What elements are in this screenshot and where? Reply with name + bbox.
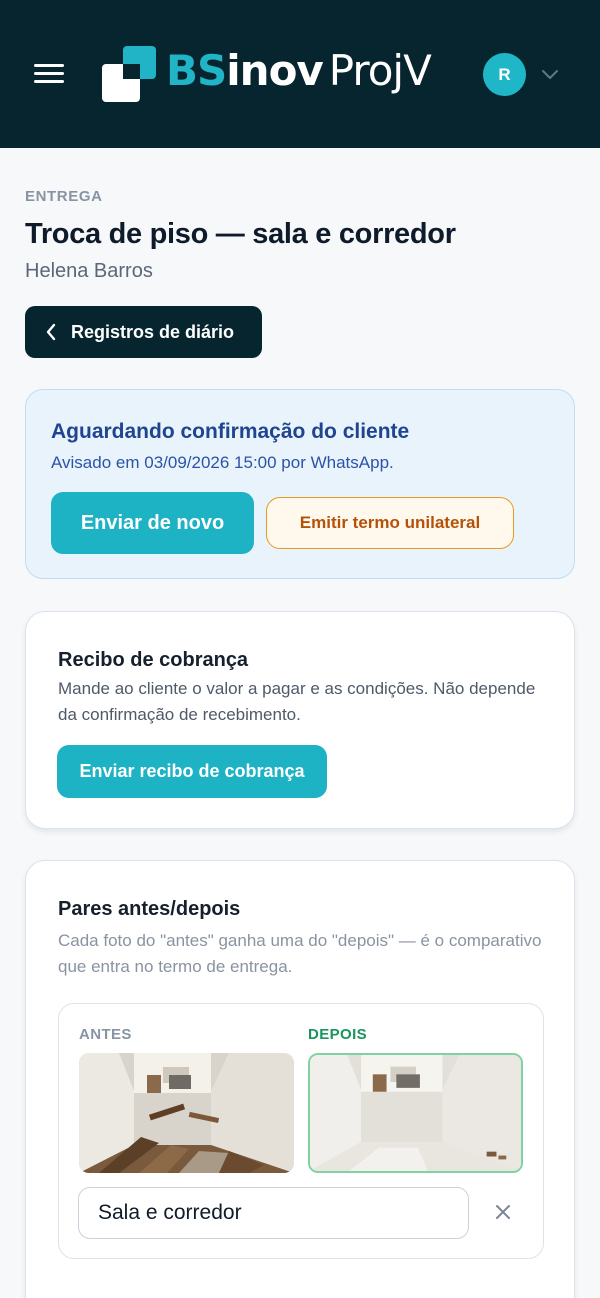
billing-receipt-card: Recibo de cobrança Mande ao cliente o va… bbox=[25, 611, 575, 829]
section-eyebrow: ENTREGA bbox=[25, 188, 103, 205]
resend-button[interactable]: Enviar de novo bbox=[51, 492, 254, 554]
pairs-description: Cada foto do "antes" ganha uma do "depoi… bbox=[58, 931, 542, 976]
chevron-down-icon[interactable] bbox=[540, 64, 560, 84]
before-after-pairs-card: Pares antes/depois Cada foto do "antes" … bbox=[25, 860, 575, 1298]
back-button-label: Registros de diário bbox=[71, 321, 235, 342]
pair-caption-input[interactable]: Sala e corredor bbox=[78, 1187, 469, 1239]
page-title: Troca de piso — sala e corredor bbox=[25, 218, 456, 250]
chevron-left-icon bbox=[46, 323, 56, 341]
logo-part-b: inov bbox=[226, 46, 324, 95]
logo-part-c: ProjV bbox=[328, 46, 432, 95]
client-name: Helena Barros bbox=[25, 260, 153, 282]
receipt-description: Mande ao cliente o valor a pagar e as co… bbox=[58, 679, 536, 724]
after-label: DEPOIS bbox=[308, 1026, 368, 1043]
logo-part-a: BS bbox=[166, 46, 227, 95]
before-label: ANTES bbox=[79, 1026, 132, 1043]
pairs-title: Pares antes/depois bbox=[58, 898, 241, 920]
close-icon[interactable] bbox=[493, 1202, 513, 1222]
send-receipt-button[interactable]: Enviar recibo de cobrança bbox=[57, 745, 327, 798]
awaiting-confirmation-panel: Aguardando confirmação do cliente Avisad… bbox=[25, 389, 575, 579]
hamburger-menu-icon[interactable] bbox=[34, 62, 64, 86]
logo-wordmark: BSinov ProjV bbox=[166, 46, 432, 96]
awaiting-subtitle: Avisado em 03/09/2026 15:00 por WhatsApp… bbox=[51, 453, 394, 472]
issue-unilateral-term-button[interactable]: Emitir termo unilateral bbox=[266, 497, 514, 549]
user-avatar[interactable]: R bbox=[483, 53, 526, 96]
awaiting-title: Aguardando confirmação do cliente bbox=[51, 420, 410, 443]
receipt-title: Recibo de cobrança bbox=[58, 649, 249, 671]
back-to-diary-button[interactable]: Registros de diário bbox=[25, 306, 262, 358]
after-photo[interactable] bbox=[308, 1053, 523, 1173]
top-bar: BSinov ProjV R bbox=[0, 0, 600, 148]
before-photo[interactable] bbox=[79, 1053, 294, 1173]
before-after-pair: ANTES DEPOIS Sala e corredor bbox=[58, 1003, 544, 1259]
logo-icon bbox=[102, 46, 156, 102]
